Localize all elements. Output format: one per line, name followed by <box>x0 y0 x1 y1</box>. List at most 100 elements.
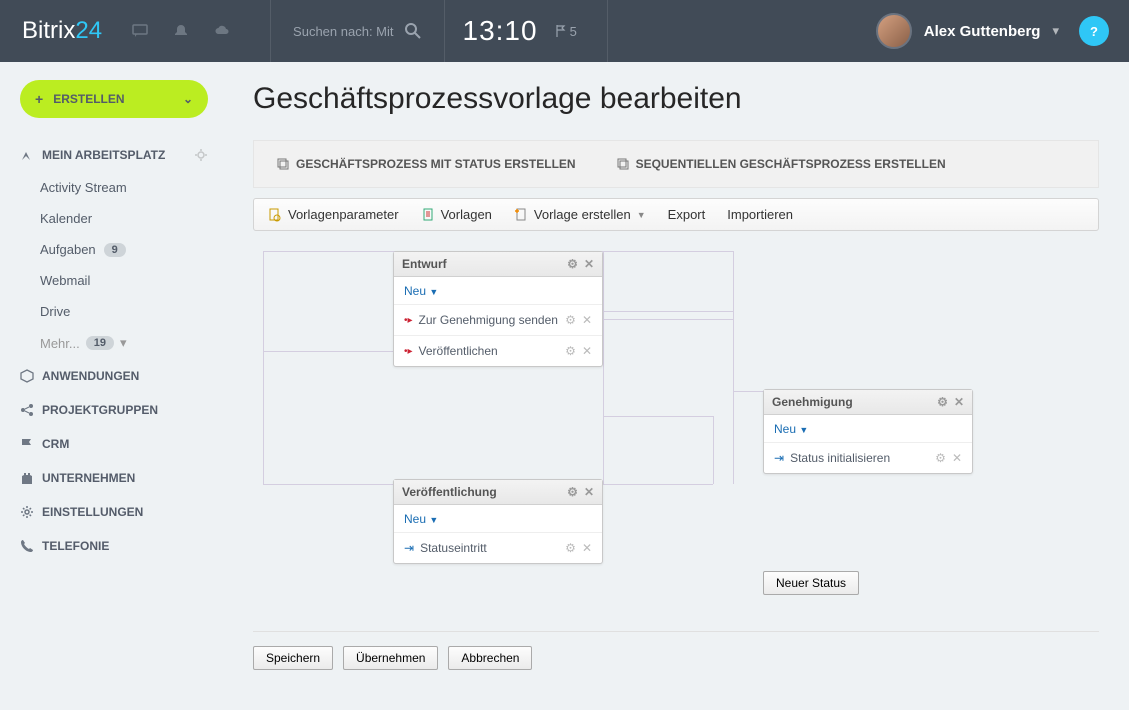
connector <box>733 311 734 484</box>
connector <box>603 319 604 484</box>
save-button[interactable]: Speichern <box>253 646 333 670</box>
search-label: Suchen nach: Mit <box>293 24 393 39</box>
connector <box>263 351 264 484</box>
gear-icon[interactable] <box>194 148 208 162</box>
gear-icon <box>20 505 34 519</box>
sidebar: + ERSTELLEN ⌄ MEIN ARBEITSPLATZ Activity… <box>0 62 228 710</box>
clock[interactable]: 13:10 <box>445 15 556 47</box>
header-icons <box>132 23 270 39</box>
close-icon[interactable]: ✕ <box>582 344 592 358</box>
sidebar-item-calendar[interactable]: Kalender <box>0 203 228 234</box>
sidebar-more[interactable]: Mehr...19▾ <box>0 327 228 359</box>
connector <box>733 391 765 392</box>
new-link[interactable]: Neu ▼ <box>774 422 808 436</box>
chevron-down-icon: ▾ <box>120 335 127 351</box>
plus-icon: + <box>35 91 43 107</box>
chevron-down-icon: ▼ <box>429 515 438 525</box>
close-icon[interactable]: ✕ <box>954 395 964 409</box>
cloud-icon[interactable] <box>214 23 230 39</box>
new-link[interactable]: Neu ▼ <box>404 284 438 298</box>
gear-icon[interactable]: ⚙ <box>565 344 576 358</box>
tab-sequential-process[interactable]: SEQUENTIELLEN GESCHÄFTSPROZESS ERSTELLEN <box>616 157 946 171</box>
gear-icon[interactable]: ⚙ <box>937 395 948 409</box>
search-box[interactable]: Suchen nach: Mit <box>270 0 444 62</box>
toolbar-params[interactable]: Vorlagenparameter <box>268 207 399 222</box>
new-link[interactable]: Neu ▼ <box>404 512 438 526</box>
avatar <box>876 13 912 49</box>
connector <box>603 416 713 417</box>
user-name: Alex Guttenberg <box>924 23 1041 40</box>
user-menu[interactable]: Alex Guttenberg ▾ <box>876 13 1079 49</box>
chevron-down-icon: ▼ <box>637 210 646 220</box>
status-box-genehmigung[interactable]: Genehmigung ⚙✕ Neu ▼ ⇥Status initialisie… <box>763 389 973 474</box>
gear-icon[interactable]: ⚙ <box>567 257 578 271</box>
connector <box>603 484 713 485</box>
workflow-canvas: Entwurf ⚙✕ Neu ▼ •▸Zur Genehmigung sende… <box>253 251 1099 611</box>
box-header: Genehmigung ⚙✕ <box>764 390 972 415</box>
connector <box>263 251 264 351</box>
new-status-button[interactable]: Neuer Status <box>763 571 859 595</box>
chat-icon[interactable] <box>132 23 148 39</box>
status-box-entwurf[interactable]: Entwurf ⚙✕ Neu ▼ •▸Zur Genehmigung sende… <box>393 251 603 367</box>
connector <box>713 416 714 484</box>
connector <box>603 311 733 312</box>
page-title: Geschäftsprozessvorlage bearbeiten <box>253 82 1099 116</box>
toolbar-create-template[interactable]: Vorlage erstellen▼ <box>514 207 646 222</box>
close-icon[interactable]: ✕ <box>582 541 592 555</box>
apply-button[interactable]: Übernehmen <box>343 646 438 670</box>
section-workspace[interactable]: MEIN ARBEITSPLATZ <box>0 138 228 172</box>
doc-icon <box>421 208 435 222</box>
section-company[interactable]: UNTERNEHMEN <box>0 461 228 495</box>
status-box-veroeffentlichung[interactable]: Veröffentlichung ⚙✕ Neu ▼ ⇥Statuseintrit… <box>393 479 603 564</box>
close-icon[interactable]: ✕ <box>584 257 594 271</box>
arrow-icon: •▸ <box>404 315 413 326</box>
castle-icon <box>20 471 34 485</box>
pin-icon <box>20 148 34 162</box>
action-row[interactable]: •▸Zur Genehmigung senden⚙✕ <box>394 304 602 335</box>
action-row[interactable]: ⇥Statuseintritt⚙✕ <box>394 532 602 563</box>
sidebar-item-tasks[interactable]: Aufgaben9 <box>0 234 228 265</box>
logo-24: 24 <box>75 17 102 44</box>
flag-area[interactable]: 5 <box>556 0 608 62</box>
create-button[interactable]: + ERSTELLEN ⌄ <box>20 80 208 118</box>
flag-icon <box>556 25 566 37</box>
sidebar-item-drive[interactable]: Drive <box>0 296 228 327</box>
gear-icon[interactable]: ⚙ <box>565 541 576 555</box>
share-icon <box>20 403 34 417</box>
bell-icon[interactable] <box>173 23 189 39</box>
enter-icon: ⇥ <box>774 451 784 465</box>
section-crm[interactable]: CRM <box>0 427 228 461</box>
connector <box>263 484 393 485</box>
top-header: Bitrix24 Suchen nach: Mit 13:10 5 Alex G… <box>0 0 1129 62</box>
close-icon[interactable]: ✕ <box>582 313 592 327</box>
gear-icon[interactable]: ⚙ <box>567 485 578 499</box>
connector <box>603 319 733 320</box>
cancel-button[interactable]: Abbrechen <box>448 646 532 670</box>
gear-icon[interactable]: ⚙ <box>935 451 946 465</box>
close-icon[interactable]: ✕ <box>584 485 594 499</box>
close-icon[interactable]: ✕ <box>952 451 962 465</box>
action-row[interactable]: •▸Veröffentlichen⚙✕ <box>394 335 602 366</box>
section-telephony[interactable]: TELEFONIE <box>0 529 228 563</box>
logo[interactable]: Bitrix24 <box>0 17 132 45</box>
section-groups[interactable]: PROJEKTGRUPPEN <box>0 393 228 427</box>
section-apps[interactable]: ANWENDUNGEN <box>0 359 228 393</box>
arrow-icon: •▸ <box>404 346 413 357</box>
toolbar-export[interactable]: Export <box>668 207 706 222</box>
toolbar-templates[interactable]: Vorlagen <box>421 207 492 222</box>
toolbar-import[interactable]: Importieren <box>727 207 793 222</box>
cube-icon <box>20 369 34 383</box>
help-button[interactable]: ? <box>1079 16 1109 46</box>
gear-icon[interactable]: ⚙ <box>565 313 576 327</box>
sidebar-item-webmail[interactable]: Webmail <box>0 265 228 296</box>
toolbar: Vorlagenparameter Vorlagen Vorlage erste… <box>253 198 1099 231</box>
enter-icon: ⇥ <box>404 541 414 555</box>
tab-status-process[interactable]: GESCHÄFTSPROZESS MIT STATUS ERSTELLEN <box>276 157 576 171</box>
sidebar-item-activity[interactable]: Activity Stream <box>0 172 228 203</box>
action-row[interactable]: ⇥Status initialisieren⚙✕ <box>764 442 972 473</box>
box-header: Veröffentlichung ⚙✕ <box>394 480 602 505</box>
copy-icon <box>276 157 290 171</box>
phone-icon <box>20 539 34 553</box>
chevron-down-icon: ⌄ <box>183 92 193 106</box>
section-settings[interactable]: EINSTELLUNGEN <box>0 495 228 529</box>
